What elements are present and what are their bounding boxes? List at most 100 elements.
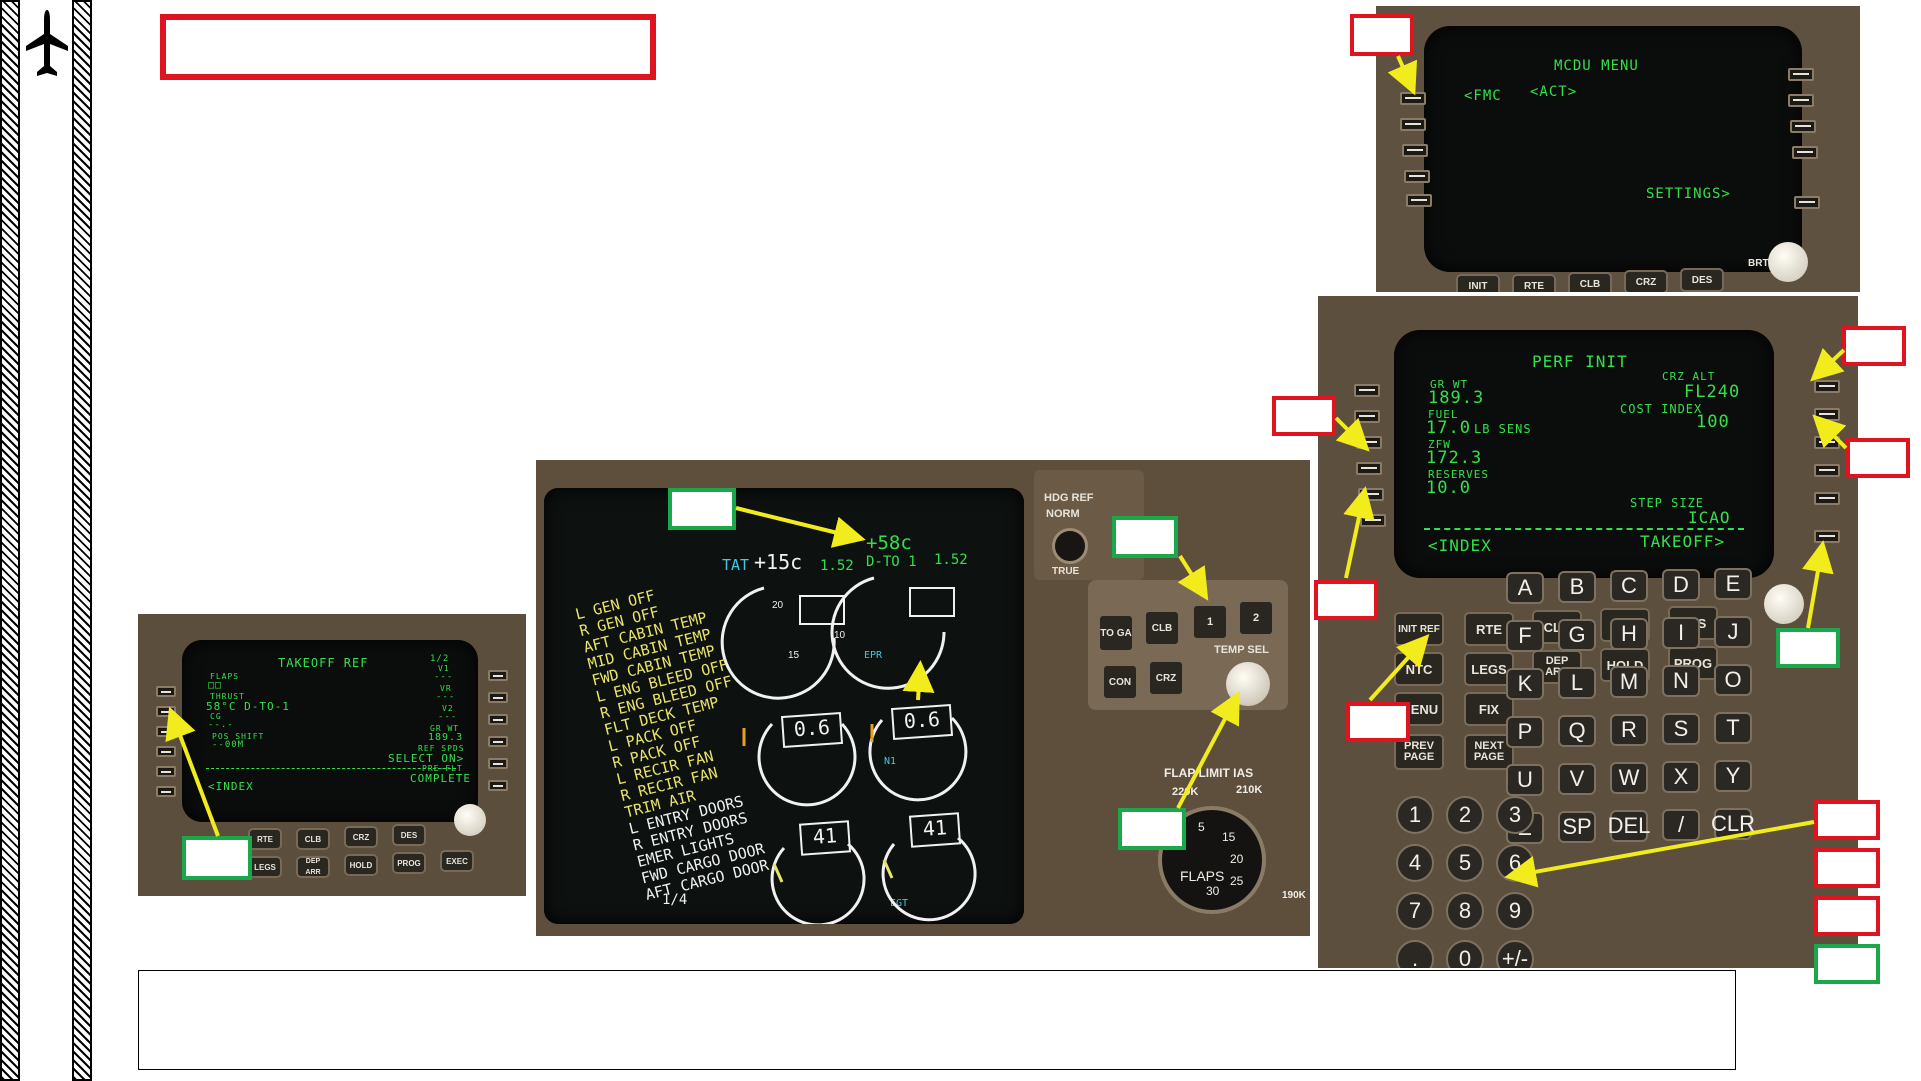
alpha-key-f[interactable]: F (1506, 620, 1544, 652)
mcdu-menu-fmc[interactable]: <FMC (1464, 88, 1502, 104)
hdg-ref-switch[interactable] (1052, 528, 1088, 564)
alpha-key-h[interactable]: H (1610, 618, 1648, 650)
mcdu-menu-settings[interactable]: SETTINGS> (1646, 186, 1731, 202)
perf-lsk-r1[interactable] (1814, 380, 1840, 393)
gr-wt-value[interactable]: 189.3 (1428, 388, 1484, 408)
num-key-plus-minus[interactable]: +/- (1496, 940, 1534, 968)
alpha-key-b[interactable]: B (1558, 571, 1596, 603)
perf-lsk-l2[interactable] (1354, 410, 1380, 423)
mcdu-menu-lsk-r5[interactable] (1794, 196, 1820, 209)
mcdu-menu-key-crz[interactable]: CRZ (1624, 270, 1668, 292)
crz-alt-value[interactable]: FL240 (1684, 382, 1740, 402)
tr-brt-knob[interactable] (454, 804, 486, 836)
alpha-key-clr[interactable]: CLR (1711, 808, 1755, 840)
perf-lsk-l1[interactable] (1354, 384, 1380, 397)
pos-shift-value[interactable]: --00M (212, 740, 244, 750)
alpha-key-d[interactable]: D (1662, 569, 1700, 601)
tr-lsk-l2[interactable] (156, 706, 176, 717)
alpha-key-e[interactable]: E (1714, 568, 1752, 600)
perf-lsk-r6[interactable] (1814, 530, 1840, 543)
tr-lsk-r2[interactable] (488, 692, 508, 703)
num-key-8[interactable]: 8 (1446, 892, 1484, 930)
tr-key-crz[interactable]: CRZ (344, 826, 378, 848)
thrust-clb-button[interactable]: CLB (1144, 610, 1180, 646)
alpha-key-g[interactable]: G (1558, 619, 1596, 651)
cg-value[interactable]: --.- (208, 720, 234, 730)
perf-lsk-l3[interactable] (1356, 436, 1382, 449)
alpha-key-u[interactable]: U (1506, 764, 1544, 796)
num-key-5[interactable]: 5 (1446, 844, 1484, 882)
takeoff-ref-index-link[interactable]: <INDEX (208, 780, 254, 793)
tr-lsk-l6[interactable] (156, 786, 176, 797)
alpha-key-p[interactable]: P (1506, 716, 1544, 748)
tr-key-dep-arr[interactable]: DEP ARR (296, 856, 330, 878)
tr-lsk-l3[interactable] (156, 726, 176, 737)
num-key-0[interactable]: 0 (1446, 940, 1484, 968)
tr-lsk-r4[interactable] (488, 736, 508, 747)
mcdu-menu-lsk-l1[interactable] (1400, 92, 1426, 105)
thrust-2-button[interactable]: 2 (1238, 600, 1274, 636)
alpha-key-o[interactable]: O (1714, 664, 1752, 696)
perf-init-index-link[interactable]: <INDEX (1428, 536, 1492, 555)
alpha-key-y[interactable]: Y (1714, 760, 1752, 792)
num-key-dot[interactable]: . (1396, 940, 1434, 968)
perf-init-takeoff-link[interactable]: TAKEOFF> (1640, 532, 1725, 551)
alpha-key-m[interactable]: M (1610, 666, 1648, 698)
alpha-key-v[interactable]: V (1558, 763, 1596, 795)
alpha-key-l[interactable]: L (1558, 667, 1596, 699)
alpha-key-n[interactable]: N (1662, 665, 1700, 697)
v1-value[interactable]: --- (434, 672, 453, 682)
reserves-value[interactable]: 10.0 (1426, 478, 1471, 498)
tr-lsk-l1[interactable] (156, 686, 176, 697)
tr-gr-wt-value[interactable]: 189.3 (428, 732, 463, 743)
mcdu-menu-lsk-r1[interactable] (1788, 68, 1814, 81)
alpha-key-w[interactable]: W (1610, 762, 1648, 794)
zfw-value[interactable]: 172.3 (1426, 448, 1482, 468)
alpha-key-c[interactable]: C (1610, 570, 1648, 602)
thrust-to-ga-button[interactable]: TO GA (1098, 614, 1134, 652)
mcdu-menu-lsk-r2[interactable] (1788, 94, 1814, 107)
mcdu-menu-key-init[interactable]: INIT (1456, 274, 1500, 292)
perf-lsk-l6[interactable] (1360, 514, 1386, 527)
alpha-key-a[interactable]: A (1506, 572, 1544, 604)
mcdu-menu-key-clb[interactable]: CLB (1568, 272, 1612, 292)
alpha-key-q[interactable]: Q (1558, 715, 1596, 747)
tr-key-rte[interactable]: RTE (248, 828, 282, 850)
mcdu-menu-lsk-r4[interactable] (1792, 146, 1818, 159)
perf-lsk-r3[interactable] (1814, 436, 1840, 449)
key-init-ref[interactable]: INIT REF (1394, 612, 1444, 646)
alpha-key-j[interactable]: J (1714, 616, 1752, 648)
fuel-value[interactable]: 17.0 (1426, 418, 1471, 438)
mcdu-menu-lsk-l4[interactable] (1404, 170, 1430, 183)
mcdu-menu-lsk-l3[interactable] (1402, 144, 1428, 157)
num-key-9[interactable]: 9 (1496, 892, 1534, 930)
tr-lsk-l4[interactable] (156, 746, 176, 757)
tr-lsk-r1[interactable] (488, 670, 508, 681)
alpha-key-sp[interactable]: SP (1558, 811, 1596, 843)
key-rte-ntc[interactable]: NTC (1394, 652, 1444, 686)
v2-value[interactable]: --- (438, 712, 457, 722)
alpha-key-x[interactable]: X (1662, 761, 1700, 793)
cost-index-value[interactable]: 100 (1696, 412, 1730, 432)
num-key-4[interactable]: 4 (1396, 844, 1434, 882)
tr-key-hold[interactable]: HOLD (344, 854, 378, 876)
mcdu-menu-key-des[interactable]: DES (1680, 268, 1724, 292)
mcdu-menu-key-rte[interactable]: RTE (1512, 274, 1556, 292)
tr-key-prog[interactable]: PROG (392, 852, 426, 874)
num-key-6[interactable]: 6 (1496, 844, 1534, 882)
step-size-value[interactable]: ICAO (1688, 508, 1731, 527)
mcdu-menu-lsk-l5[interactable] (1406, 194, 1432, 207)
alpha-key-slash[interactable]: / (1662, 809, 1700, 841)
mcdu-menu-lsk-r3[interactable] (1790, 120, 1816, 133)
tr-key-legs[interactable]: LEGS (248, 856, 282, 878)
num-key-7[interactable]: 7 (1396, 892, 1434, 930)
alpha-key-i[interactable]: I (1662, 617, 1700, 649)
tr-lsk-r5[interactable] (488, 758, 508, 769)
num-key-3[interactable]: 3 (1496, 796, 1534, 834)
alpha-key-t[interactable]: T (1714, 712, 1752, 744)
thrust-con-button[interactable]: CON (1102, 664, 1138, 700)
brt-knob[interactable] (1768, 242, 1808, 282)
perf-lsk-l5[interactable] (1358, 488, 1384, 501)
alpha-key-del[interactable]: DEL (1608, 810, 1650, 842)
flaps-value[interactable]: □□ (208, 680, 222, 691)
